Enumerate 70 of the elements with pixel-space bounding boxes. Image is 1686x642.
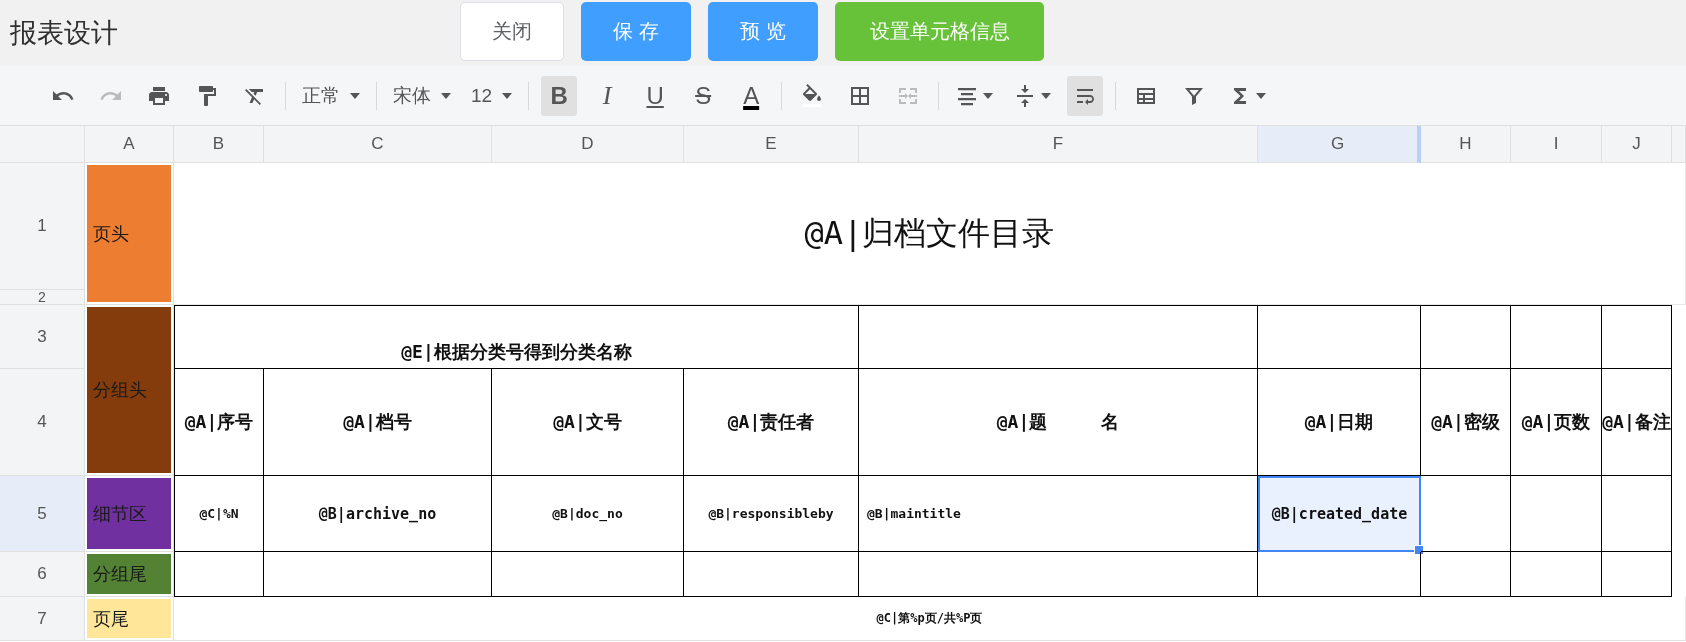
table-cell[interactable]: @A|档号 (264, 369, 492, 476)
table-cell[interactable]: @A|密级 (1421, 369, 1511, 476)
column-header[interactable]: E (684, 126, 859, 163)
table-cell[interactable]: @A|页数 (1511, 369, 1602, 476)
column-header[interactable]: I (1511, 126, 1602, 163)
table-cell[interactable] (859, 305, 1258, 369)
dropdown[interactable]: 正常 (298, 75, 364, 116)
table-cell[interactable] (1421, 552, 1511, 597)
wrap-text-button[interactable] (1067, 75, 1104, 116)
table-cell[interactable] (1511, 305, 1602, 369)
row-header[interactable]: 7 (0, 597, 85, 641)
table-cell[interactable] (1602, 552, 1672, 597)
row-header[interactable]: 2 (0, 290, 85, 305)
table-cell[interactable]: @A|责任者 (684, 369, 859, 476)
group-title-cell[interactable]: @E|根据分类号得到分类名称 (174, 305, 859, 369)
table-cell[interactable] (1511, 552, 1602, 597)
table-cell[interactable] (1602, 305, 1672, 369)
table-cell[interactable] (492, 552, 684, 597)
format-button[interactable]: B (541, 75, 578, 116)
caret-icon (350, 92, 360, 99)
table-cell[interactable] (264, 552, 492, 597)
table-cell[interactable] (1258, 305, 1421, 369)
table-cell[interactable]: @B|created_date (1258, 476, 1421, 552)
page-title: 报表设计 (10, 17, 119, 50)
format-button[interactable]: S (685, 75, 722, 116)
band-label[interactable]: 页尾 (87, 599, 171, 638)
format-button[interactable]: I (589, 75, 626, 116)
band-label[interactable]: 页头 (87, 165, 171, 302)
table-cell[interactable]: @A|备注 (1602, 369, 1672, 476)
table-cell[interactable]: @B|doc_no (492, 476, 684, 552)
table-cell[interactable] (1602, 476, 1672, 552)
column-header[interactable]: H (1421, 126, 1511, 163)
action-button[interactable]: 关闭 (460, 2, 564, 61)
table-cell[interactable] (1421, 476, 1511, 552)
table-cell[interactable]: @A|文号 (492, 369, 684, 476)
caret-icon (983, 92, 994, 99)
table-cell[interactable]: @A|题 名 (859, 369, 1258, 476)
column-header[interactable]: D (492, 126, 684, 163)
table-cell[interactable]: @B|responsibleby (684, 476, 859, 552)
table-cell[interactable] (1511, 476, 1602, 552)
row-header[interactable]: 1 (0, 163, 85, 290)
table-cell[interactable]: @A|序号 (174, 369, 264, 476)
table-cell[interactable] (684, 552, 859, 597)
caret-icon (1041, 92, 1052, 99)
row-header[interactable]: 6 (0, 552, 85, 597)
band-label[interactable]: 分组尾 (87, 554, 171, 594)
row-header[interactable]: 4 (0, 369, 85, 476)
column-header[interactable]: G (1258, 126, 1421, 163)
caret-icon (502, 92, 513, 99)
row-header[interactable]: 3 (0, 305, 85, 369)
column-header[interactable]: B (174, 126, 264, 163)
format-button[interactable]: A (733, 75, 770, 116)
column-header[interactable]: C (264, 126, 492, 163)
table-cell[interactable] (174, 552, 264, 597)
table-cell[interactable]: @B|archive_no (264, 476, 492, 552)
column-header[interactable]: F (859, 126, 1258, 163)
report-title-cell[interactable]: @A|归档文件目录 (174, 163, 1686, 305)
dropdown[interactable]: 12 (467, 75, 517, 116)
caret-icon (441, 92, 451, 99)
column-header[interactable]: A (85, 126, 174, 163)
table-cell[interactable] (859, 552, 1258, 597)
row-header[interactable]: 5 (0, 476, 85, 552)
table-cell[interactable]: @C|%N (174, 476, 264, 552)
footer-cell[interactable]: @C|第%p页/共%P页 (174, 597, 1686, 641)
table-cell[interactable] (1421, 305, 1511, 369)
dropdown[interactable]: 宋体 (389, 75, 455, 116)
format-button[interactable]: U (637, 75, 674, 116)
caret-icon (1256, 92, 1267, 99)
column-header[interactable]: J (1602, 126, 1672, 163)
table-cell[interactable] (1258, 552, 1421, 597)
